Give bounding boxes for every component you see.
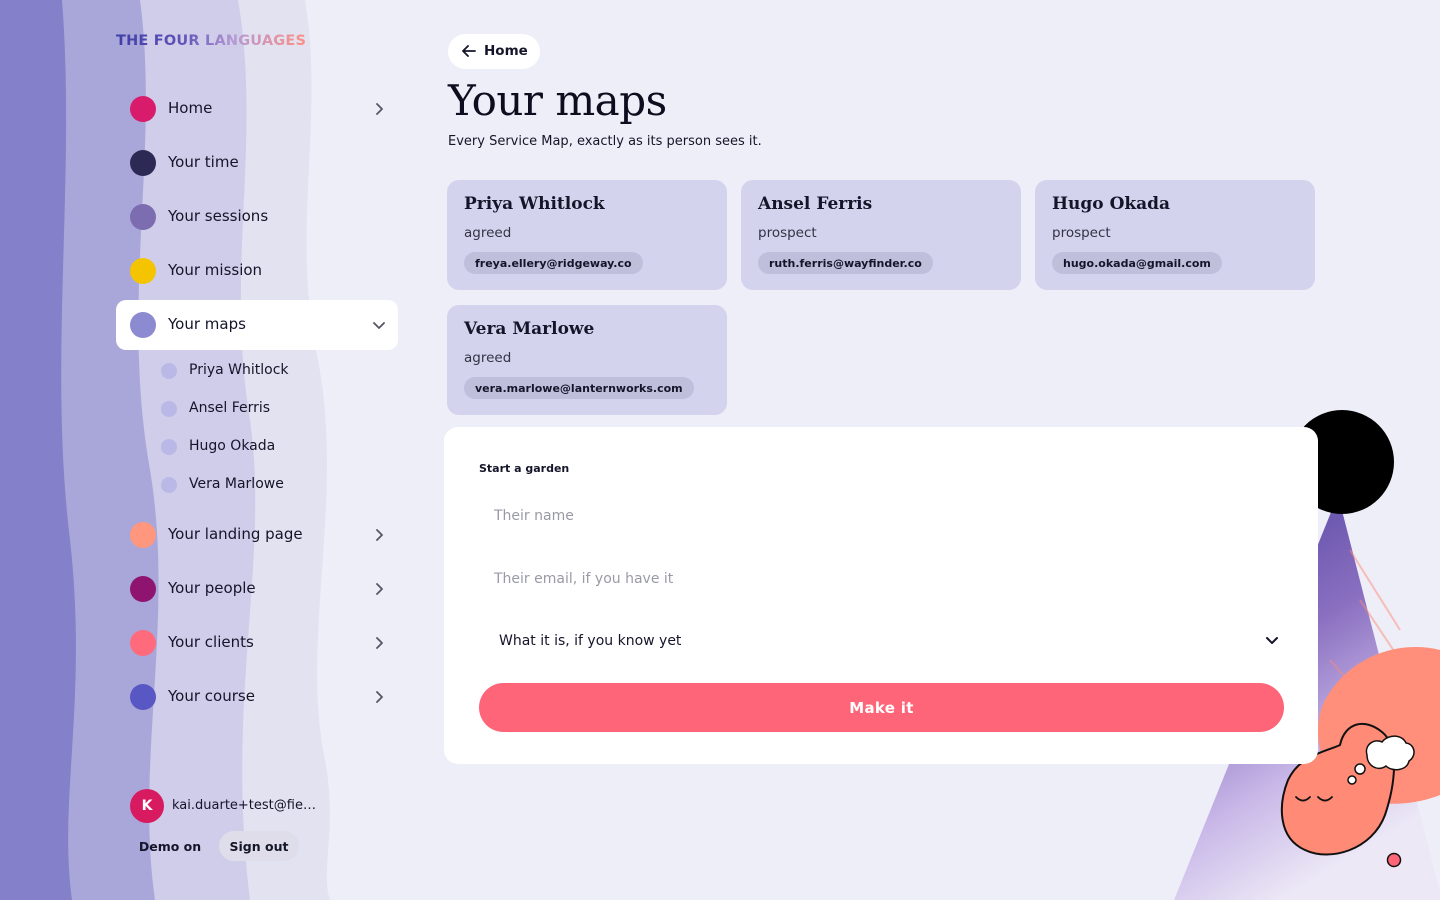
map-card[interactable]: Priya Whitlock agreed freya.ellery@ridge…	[447, 180, 727, 290]
sidebar-item-your-mission[interactable]: Your mission	[116, 246, 398, 296]
sidebar-item-label: Your time	[168, 153, 239, 171]
sidebar-subitem-hugo-okada[interactable]: Hugo Okada	[116, 428, 398, 466]
arrow-left-icon	[462, 45, 476, 57]
landing-page-dot-icon	[130, 522, 156, 548]
submenu-item-label: Ansel Ferris	[189, 400, 271, 416]
maps-submenu: Priya Whitlock Ansel Ferris Hugo Okada V…	[116, 352, 398, 504]
map-card-name: Hugo Okada	[1052, 194, 1171, 214]
map-card-status: agreed	[464, 225, 512, 241]
map-card-email-badge: hugo.okada@gmail.com	[1052, 252, 1222, 274]
back-button-label: Home	[484, 43, 528, 59]
back-home-button[interactable]: Home	[448, 34, 540, 69]
submenu-dot-icon	[161, 401, 177, 417]
map-card[interactable]: Ansel Ferris prospect ruth.ferris@wayfin…	[741, 180, 1021, 290]
form-heading: Start a garden	[479, 462, 570, 475]
make-it-button[interactable]: Make it	[479, 683, 1284, 732]
course-dot-icon	[130, 684, 156, 710]
sidebar-item-label: Your clients	[168, 633, 254, 651]
sidebar-item-label: Your sessions	[168, 207, 269, 225]
account-panel: K kai.duarte+test@fiel... Demo on Sign o…	[130, 789, 410, 869]
account-email: kai.duarte+test@fiel...	[172, 798, 318, 813]
clients-dot-icon	[130, 630, 156, 656]
submenu-item-label: Hugo Okada	[189, 438, 276, 454]
submenu-dot-icon	[161, 477, 177, 493]
time-dot-icon	[130, 150, 156, 176]
chevron-right-icon	[376, 637, 383, 649]
chevron-right-icon	[376, 529, 383, 541]
sidebar-nav: Home Your time Your sessions Your missio…	[116, 84, 398, 726]
sidebar-item-label: Home	[168, 99, 213, 117]
sidebar-item-home[interactable]: Home	[116, 84, 398, 134]
chevron-down-icon	[373, 322, 385, 329]
sidebar-item-your-course[interactable]: Your course	[116, 672, 398, 722]
start-garden-form: Start a garden What it is, if you know y…	[444, 427, 1318, 764]
map-card[interactable]: Vera Marlowe agreed vera.marlowe@lantern…	[447, 305, 727, 415]
page-title: Your maps	[448, 76, 667, 125]
map-card-name: Vera Marlowe	[464, 319, 595, 339]
sidebar-item-label: Your landing page	[168, 525, 303, 543]
map-card-email-badge: freya.ellery@ridgeway.co	[464, 252, 643, 274]
chevron-right-icon	[376, 691, 383, 703]
email-input[interactable]	[479, 557, 1284, 601]
map-card-name: Ansel Ferris	[758, 194, 873, 214]
sidebar-subitem-ansel-ferris[interactable]: Ansel Ferris	[116, 390, 398, 428]
sidebar-item-label: Your maps	[168, 315, 246, 333]
sidebar-item-your-time[interactable]: Your time	[116, 138, 398, 188]
map-card-status: prospect	[758, 225, 817, 241]
avatar[interactable]: K	[130, 789, 164, 823]
sidebar-item-your-people[interactable]: Your people	[116, 564, 398, 614]
map-card-status: agreed	[464, 350, 512, 366]
page-subtitle: Every Service Map, exactly as its person…	[448, 134, 762, 149]
map-card-status: prospect	[1052, 225, 1111, 241]
chevron-down-icon	[1266, 637, 1278, 644]
demo-toggle-button[interactable]: Demo on	[130, 831, 210, 861]
sidebar-item-your-sessions[interactable]: Your sessions	[116, 192, 398, 242]
sidebar-item-your-landing-page[interactable]: Your landing page	[116, 510, 398, 560]
sidebar-subitem-vera-marlowe[interactable]: Vera Marlowe	[116, 466, 398, 504]
sign-out-button[interactable]: Sign out	[219, 831, 299, 861]
home-dot-icon	[130, 96, 156, 122]
submenu-item-label: Vera Marlowe	[189, 476, 284, 492]
map-card-email-badge: vera.marlowe@lanternworks.com	[464, 377, 694, 399]
map-card[interactable]: Hugo Okada prospect hugo.okada@gmail.com	[1035, 180, 1315, 290]
submenu-dot-icon	[161, 363, 177, 379]
map-type-select[interactable]: What it is, if you know yet	[479, 624, 1284, 660]
map-type-select-value: What it is, if you know yet	[499, 633, 682, 649]
people-dot-icon	[130, 576, 156, 602]
sidebar-item-your-maps[interactable]: Your maps	[116, 300, 398, 350]
chevron-right-icon	[376, 583, 383, 595]
sessions-dot-icon	[130, 204, 156, 230]
sidebar-subitem-priya-whitlock[interactable]: Priya Whitlock	[116, 352, 398, 390]
submenu-item-label: Priya Whitlock	[189, 362, 289, 378]
map-card-name: Priya Whitlock	[464, 194, 605, 214]
submenu-dot-icon	[161, 439, 177, 455]
sidebar-item-label: Your course	[168, 687, 255, 705]
name-input[interactable]	[479, 494, 1284, 538]
maps-dot-icon	[130, 312, 156, 338]
sidebar-item-label: Your mission	[168, 261, 263, 279]
chevron-right-icon	[376, 103, 383, 115]
map-card-email-badge: ruth.ferris@wayfinder.co	[758, 252, 933, 274]
brand-logo[interactable]: THE FOUR LANGUAGES	[116, 33, 306, 49]
sidebar-item-your-clients[interactable]: Your clients	[116, 618, 398, 668]
sidebar-item-label: Your people	[168, 579, 256, 597]
mission-dot-icon	[130, 258, 156, 284]
